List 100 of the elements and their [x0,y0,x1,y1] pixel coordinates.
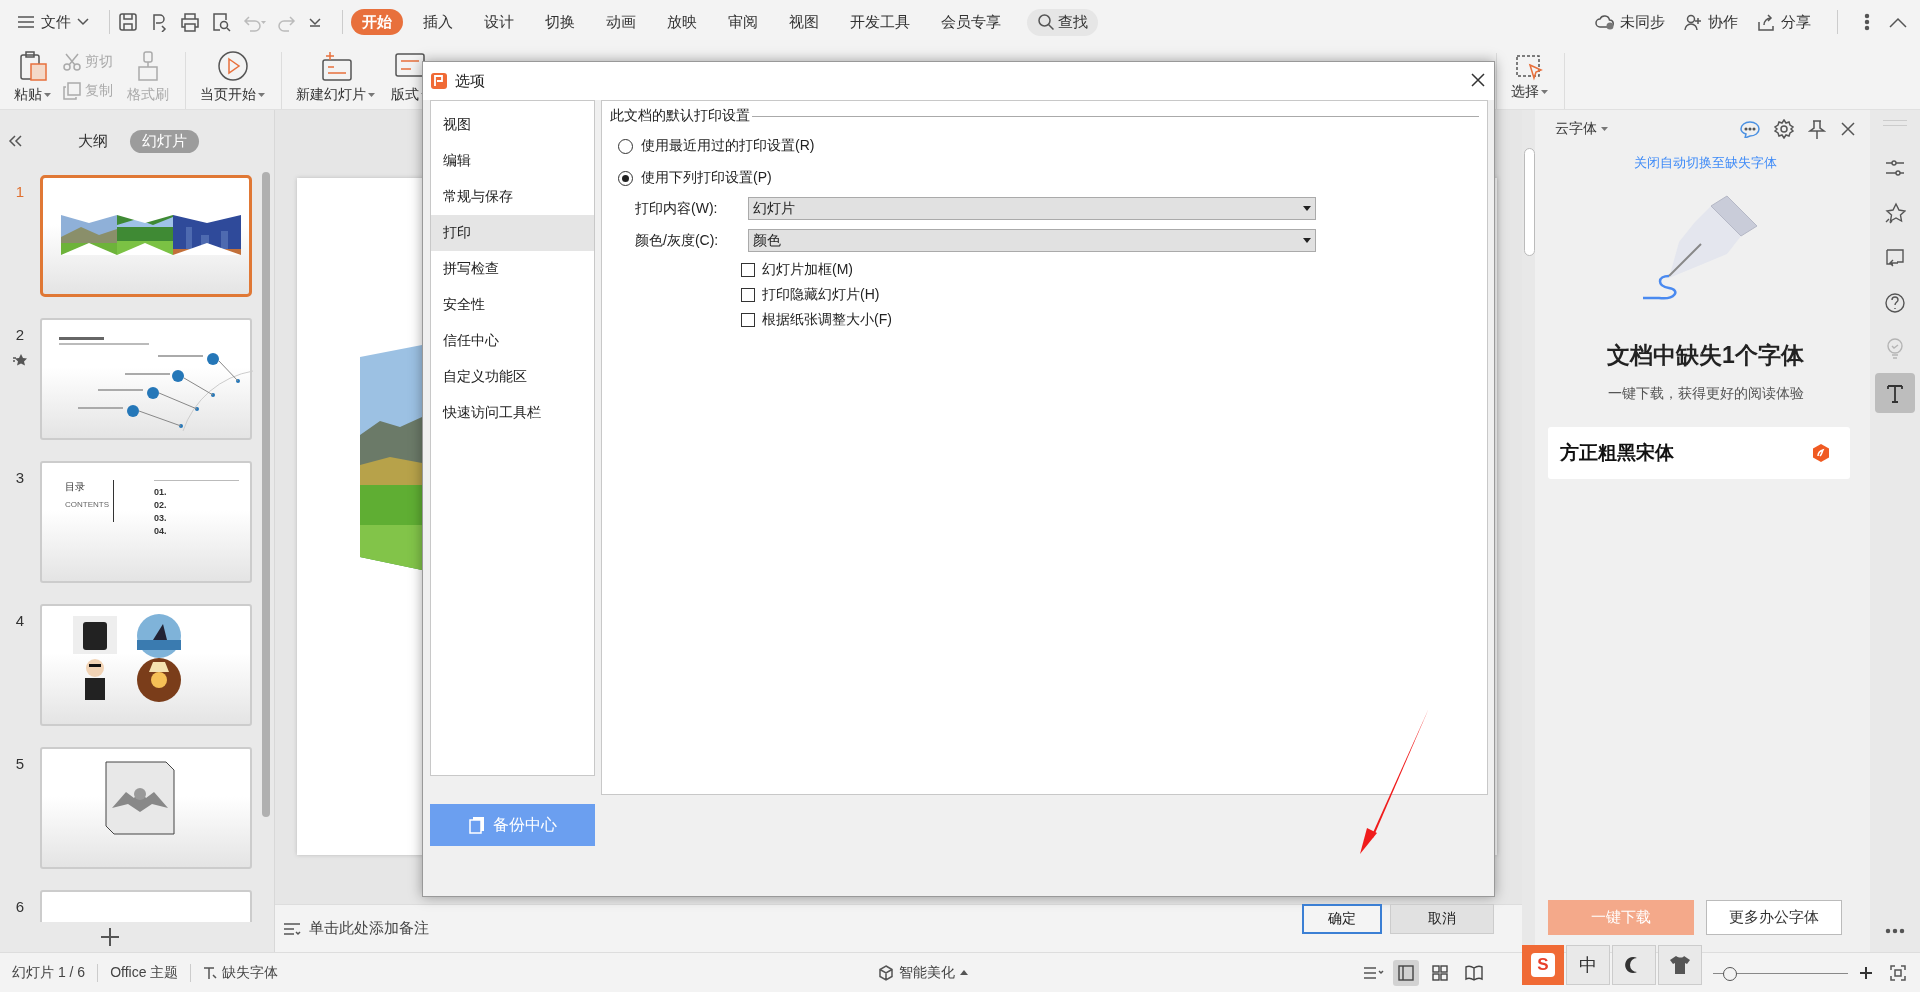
field-label: 打印内容(W): [635,199,719,218]
nav-item[interactable]: 编辑 [431,143,594,179]
file-menu[interactable]: 文件 [17,12,89,32]
text-tool[interactable] [1875,373,1915,413]
settings-icon[interactable] [1774,119,1794,139]
ok-button[interactable]: 确定 [1302,904,1382,934]
contents-item: 01. [154,487,168,497]
shirt-button[interactable] [1658,945,1702,985]
slide-number: 2 [15,326,25,343]
search-button[interactable]: 查找 [1027,8,1098,36]
chat-icon[interactable] [1740,120,1760,138]
caret-icon [258,92,265,98]
ribbon-button[interactable]: 新建幻灯片 [292,44,379,109]
collapse-icon[interactable] [1888,16,1908,28]
menu-icon [17,15,35,29]
slide-title: 目录 [65,480,86,494]
caret-up-icon [960,970,969,975]
dropdown-field[interactable]: 幻灯片 [748,197,1316,220]
clipboard-icon [17,50,48,82]
checkbox[interactable] [741,312,755,327]
close-icon[interactable] [1840,121,1856,137]
align-icon[interactable] [1363,964,1385,981]
ribbon-tab[interactable]: 动画 [595,9,647,35]
share-button[interactable]: 分享 [1756,12,1811,32]
text-icon [1884,382,1906,404]
subheading: 一键下载，获得更好的阅读体验 [1606,385,1805,403]
normal-view-button[interactable] [1393,959,1419,986]
ribbon-tab[interactable]: 审阅 [717,9,769,35]
copy-icon [63,81,81,100]
close-icon[interactable] [1470,71,1486,88]
panel-title-menu[interactable]: 云字体 [1555,120,1608,138]
ribbon-tab[interactable]: 会员专享 [930,9,1012,35]
nav-item[interactable]: 打印 [431,215,594,251]
more-fonts-button[interactable]: 更多办公字体 [1706,900,1842,935]
collaborate-button[interactable]: 协作 [1683,12,1738,32]
print-preview-icon[interactable] [211,12,231,32]
caret-icon [1303,206,1311,211]
zoom-slider[interactable] [1713,965,1848,980]
beautify-button[interactable]: 智能美化 [878,963,969,982]
nav-item[interactable]: 拼写检查 [431,251,594,287]
slide-thumbnail[interactable]: 目录 CONTENTS 01. 02. 03. 04. [40,461,252,583]
nav-item[interactable]: 常规与保存 [431,179,594,215]
nav-item[interactable]: 信任中心 [431,323,594,359]
ribbon-tab[interactable]: 视图 [778,9,830,35]
dropdown-field[interactable]: 颜色 [748,229,1316,252]
person-add-icon [1683,13,1703,31]
checkbox[interactable] [741,287,755,302]
save-icon[interactable] [118,12,138,32]
shirt-icon [1669,955,1691,975]
theme-button[interactable]: Office 主题 [110,963,179,982]
slide-counter: 幻灯片 1 / 6 [12,963,86,982]
customize-icon[interactable] [308,15,322,29]
more-icon[interactable] [1885,928,1905,934]
panel-tab[interactable]: 大纲 [66,129,120,153]
nav-item[interactable]: 视图 [431,107,594,143]
scrollbar[interactable] [262,172,270,817]
ribbon-tab[interactable]: 放映 [656,9,708,35]
ribbon-tab[interactable]: 插入 [412,9,464,35]
missing-fonts-button[interactable]: 缺失字体 [203,963,279,982]
ribbon-tab[interactable]: 开发工具 [839,9,921,35]
nav-item[interactable]: 快速访问工具栏 [431,395,594,431]
layout-icon [393,50,426,80]
ribbon-tab[interactable]: 切换 [534,9,586,35]
select-button[interactable]: 选择 [1507,47,1552,106]
sliders-icon [1884,157,1906,179]
ribbon-tab[interactable]: 设计 [473,9,525,35]
font-card[interactable]: 方正粗黑宋体 [1548,427,1850,479]
caret-icon [44,92,51,98]
sync-button[interactable]: 未同步 [1595,12,1665,32]
more-icon[interactable] [1864,12,1870,32]
slide-thumbnail[interactable] [40,318,252,440]
print-icon[interactable] [180,12,200,32]
cancel-button[interactable]: 取消 [1390,904,1494,934]
font-icon [203,965,218,980]
nav-item[interactable]: 安全性 [431,287,594,323]
zoom-handle[interactable] [1723,966,1738,981]
input-mode-button[interactable]: 中 [1566,945,1610,985]
scrollbar[interactable] [1524,148,1535,256]
slide-thumbnail[interactable] [40,175,252,297]
notes-field[interactable]: 单击此处添加备注 [309,919,429,938]
slideshow-icon [1884,247,1906,269]
collapse-panel-icon[interactable] [8,135,22,147]
scissors-icon [63,53,81,72]
fit-icon[interactable] [1890,964,1906,981]
nav-item[interactable]: 自定义功能区 [431,359,594,395]
slide-thumbnail[interactable] [40,747,252,869]
slide-number: 5 [15,755,25,772]
contents-item: 04. [154,526,168,536]
checkbox-label: 打印隐藏幻灯片(H) [762,285,880,304]
checkbox[interactable] [741,262,755,277]
contents-item: 02. [154,500,168,510]
slide-thumbnail[interactable] [40,604,252,726]
ribbon-button[interactable]: 当页开始 [196,44,269,109]
moon-button[interactable] [1612,945,1656,985]
ime-logo[interactable]: S [1522,945,1564,985]
backup-icon [468,816,485,834]
ribbon-button[interactable]: 粘贴 [10,44,55,109]
add-slide-icon[interactable] [100,927,120,947]
zoom-in-icon[interactable] [1860,966,1872,979]
pin-icon[interactable] [1808,119,1826,139]
